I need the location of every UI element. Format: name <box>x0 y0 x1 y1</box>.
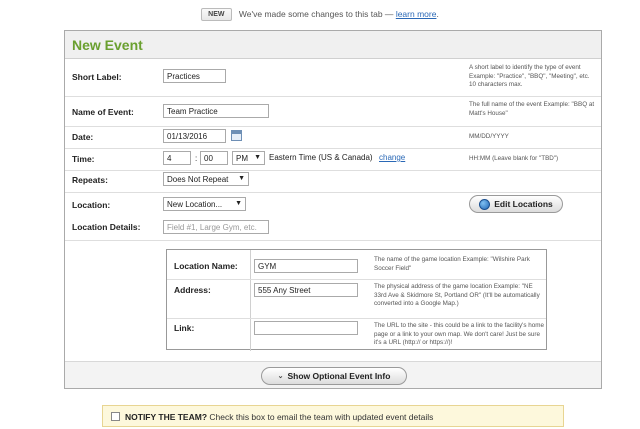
date-help: MM/DD/YYYY <box>469 133 509 140</box>
notify-checkbox[interactable] <box>111 412 120 421</box>
dropdown-arrow-icon: ▼ <box>235 200 242 207</box>
address-input[interactable] <box>254 283 358 297</box>
location-name-help: The name of the game location Example: "… <box>374 256 530 272</box>
event-name-help: The full name of the event Example: "BBQ… <box>469 101 595 117</box>
time-help: HH:MM (Leave blank for "TBD") <box>469 155 559 162</box>
dropdown-arrow-icon: ▼ <box>254 154 261 161</box>
change-timezone-link[interactable]: change <box>379 153 405 162</box>
date-input[interactable] <box>163 129 226 143</box>
date-label: Date: <box>72 132 94 142</box>
globe-icon <box>479 198 491 210</box>
location-details-input[interactable] <box>163 220 269 234</box>
minute-input[interactable] <box>200 151 228 165</box>
link-label: Link: <box>174 323 195 333</box>
location-name-input[interactable] <box>254 259 358 273</box>
changes-notice: NEW We've made some changes to this tab … <box>0 8 640 21</box>
timezone-text: Eastern Time (US & Canada) <box>269 153 373 162</box>
short-label-help: A short label to identify the type of ev… <box>469 64 590 88</box>
address-label: Address: <box>174 285 211 295</box>
location-label: Location: <box>72 200 111 210</box>
hour-input[interactable] <box>163 151 191 165</box>
page-title: New Event <box>72 37 143 53</box>
location-name-label: Location Name: <box>174 261 238 271</box>
edit-locations-button[interactable]: Edit Locations <box>469 195 563 213</box>
new-location-box: Location Name: The name of the game loca… <box>166 249 547 351</box>
repeats-select[interactable]: Does Not Repeat ▼ <box>163 172 249 186</box>
dropdown-arrow-icon: ▼ <box>238 175 245 182</box>
address-help: The physical address of the game locatio… <box>374 283 540 307</box>
panel-header: New Event <box>65 31 601 59</box>
time-label: Time: <box>72 154 95 164</box>
notify-team-box: NOTIFY THE TEAM? Check this box to email… <box>102 405 564 427</box>
short-label-input[interactable] <box>163 69 226 83</box>
show-optional-info-button[interactable]: ⌄ Show Optional Event Info <box>261 367 407 385</box>
notice-text: We've made some changes to this tab — <box>238 8 394 19</box>
link-help: The URL to the site - this could be a li… <box>374 322 545 346</box>
repeats-label: Repeats: <box>72 175 108 185</box>
calendar-icon[interactable] <box>231 130 242 141</box>
new-badge: NEW <box>201 8 232 21</box>
link-input[interactable] <box>254 321 358 335</box>
short-label-label: Short Label: <box>72 72 122 82</box>
event-name-input[interactable] <box>163 104 269 118</box>
panel-footer: ⌄ Show Optional Event Info <box>65 361 601 388</box>
location-details-label: Location Details: <box>72 222 141 232</box>
time-separator: : <box>195 154 198 163</box>
ampm-select[interactable]: PM ▼ <box>232 151 265 165</box>
event-name-label: Name of Event: <box>72 107 134 117</box>
chevron-down-icon: ⌄ <box>277 373 284 380</box>
learn-more-link[interactable]: learn more <box>396 9 437 19</box>
location-select[interactable]: New Location... ▼ <box>163 197 246 211</box>
notify-text: NOTIFY THE TEAM? Check this box to email… <box>125 412 434 422</box>
